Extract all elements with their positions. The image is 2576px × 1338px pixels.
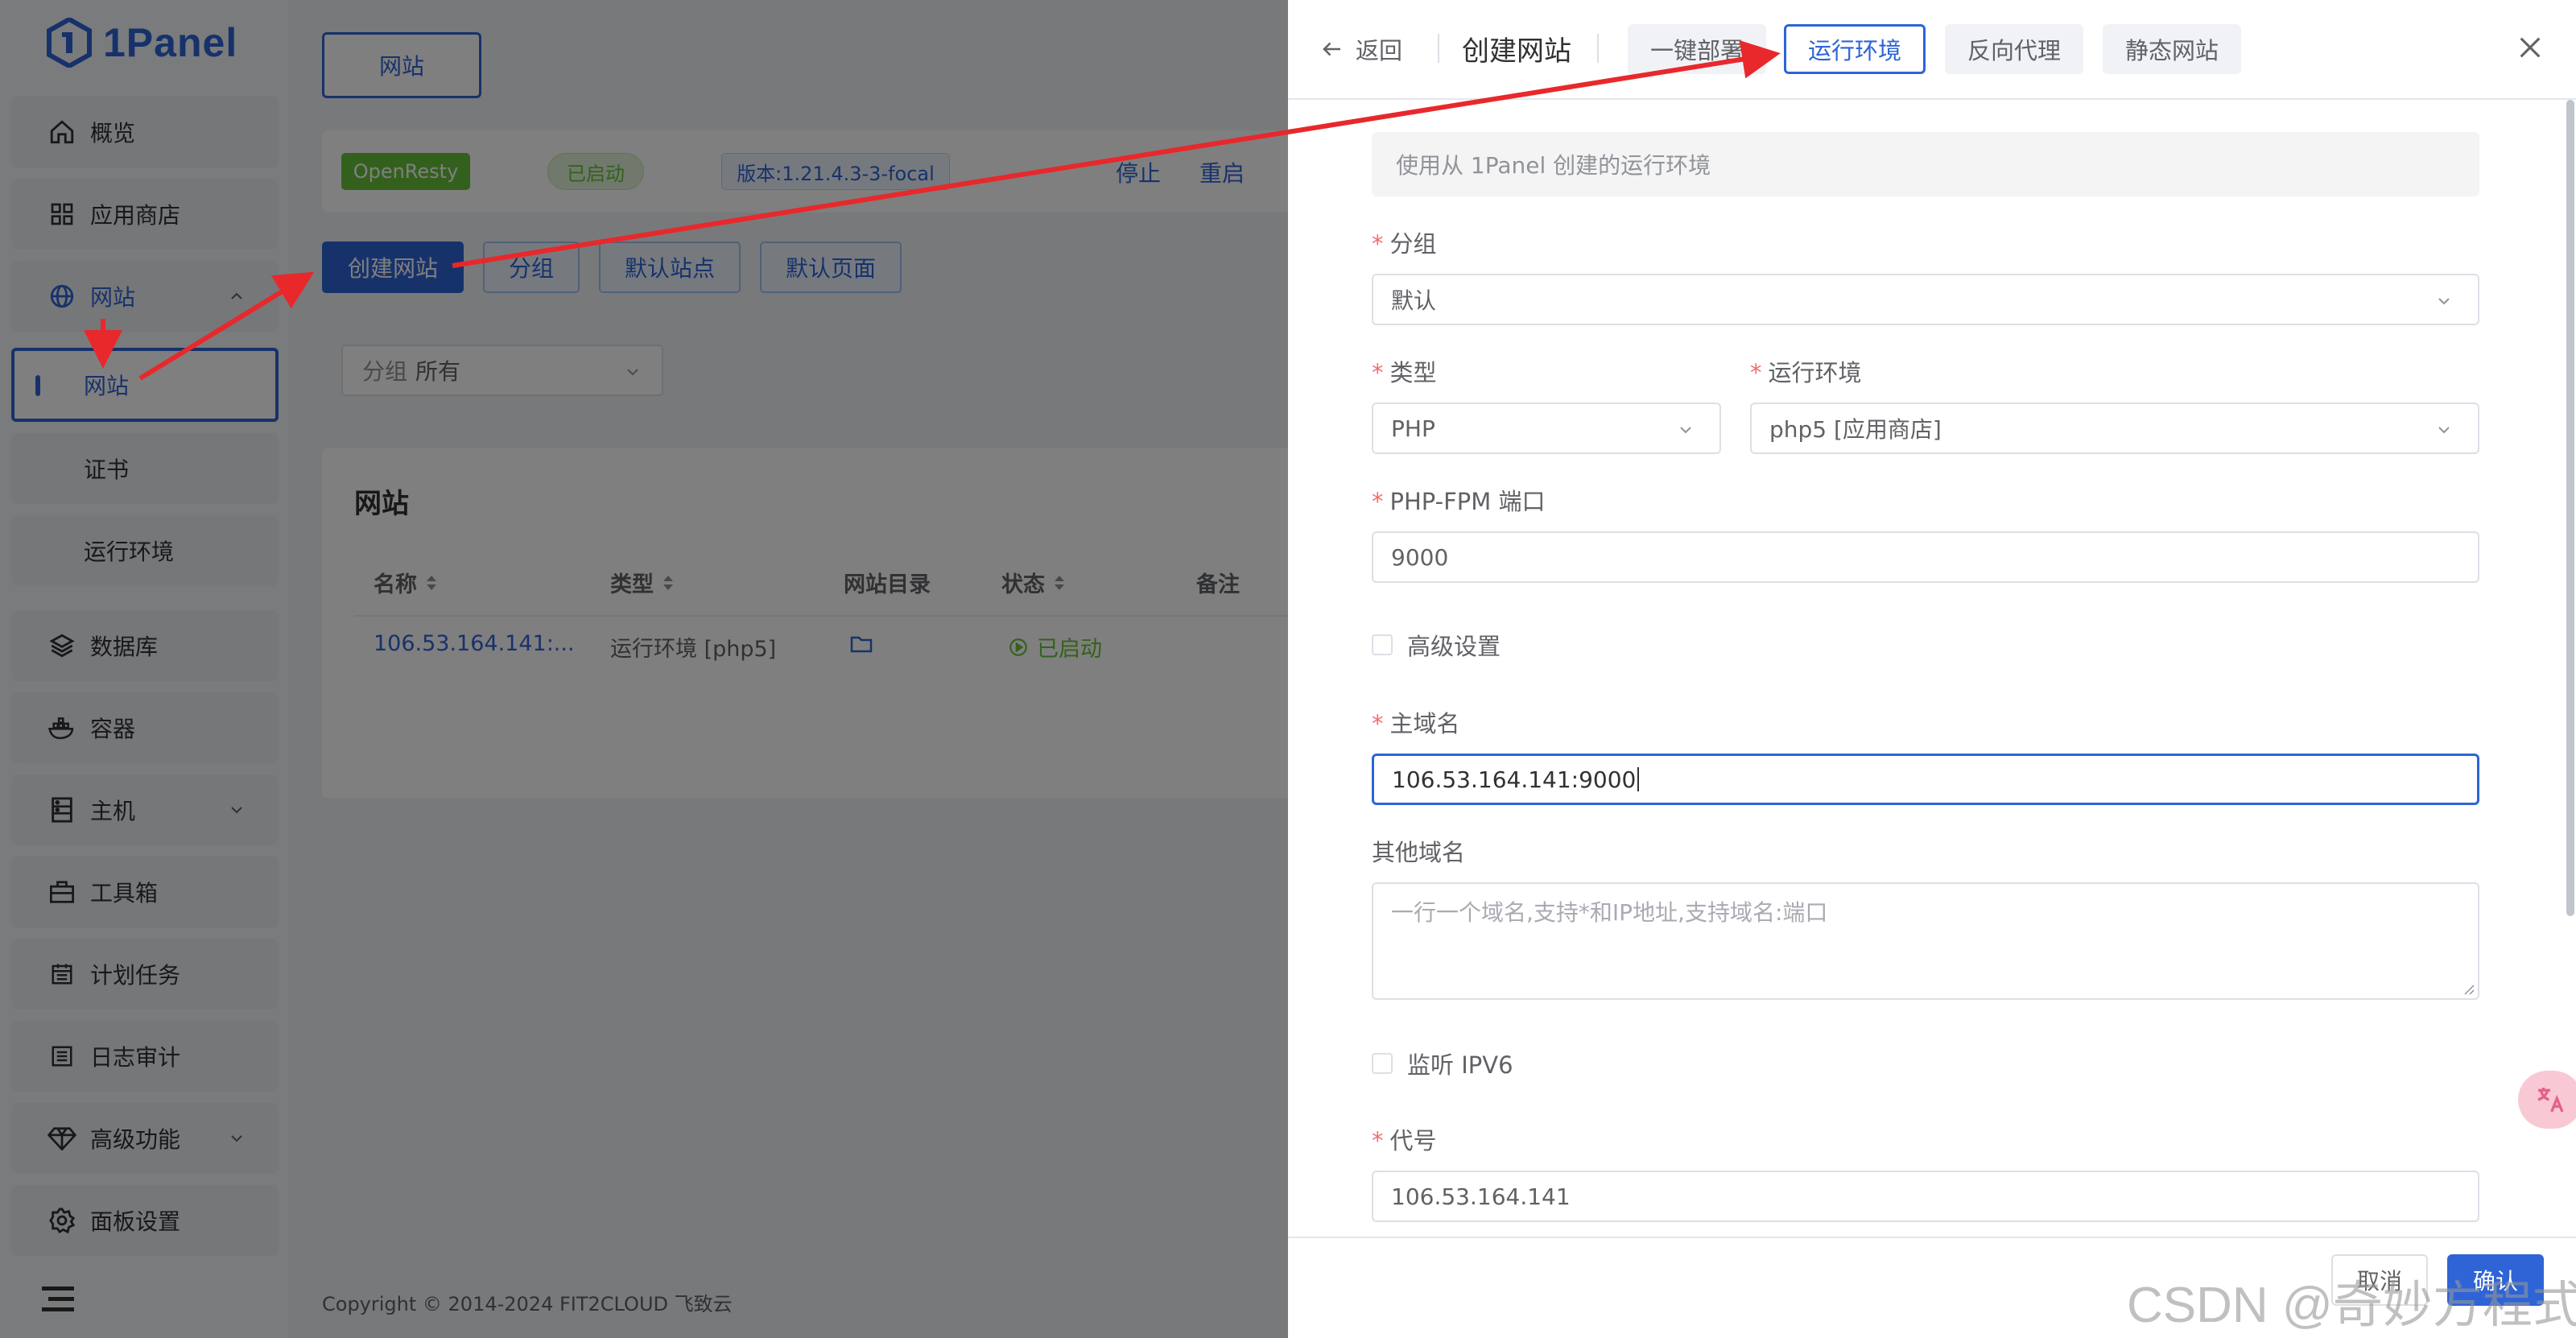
tab-runtime[interactable]: 运行环境 [1784, 24, 1926, 74]
text-cursor [1637, 767, 1640, 791]
modal-overlay[interactable] [0, 0, 1288, 1338]
listen-ipv6-checkbox[interactable]: 监听 IPV6 [1372, 1047, 1513, 1080]
tab-one-click-deploy[interactable]: 一键部署 [1628, 24, 1766, 74]
checkbox-label: 高级设置 [1407, 633, 1501, 660]
main-domain-value: 106.53.164.141:9000 [1392, 766, 1637, 793]
alias-input[interactable]: 106.53.164.141 [1372, 1171, 2479, 1222]
php-fpm-port-label: * PHP-FPM 端口 [1372, 488, 1546, 515]
drawer-scrollbar[interactable] [2565, 100, 2576, 916]
translate-icon [2537, 1088, 2564, 1113]
checkbox-box [1372, 634, 1393, 655]
alias-label: * 代号 [1372, 1127, 1437, 1154]
back-button[interactable]: 返回 [1320, 32, 1402, 66]
chevron-down-icon [2438, 298, 2450, 305]
header-divider [1597, 34, 1599, 63]
tab-static-site[interactable]: 静态网站 [2103, 24, 2241, 74]
resize-handle-icon[interactable] [2460, 981, 2475, 995]
watermark: CSDN @奇妙方程式 [2127, 1278, 2576, 1333]
main-domain-label: * 主域名 [1372, 710, 1460, 737]
other-domain-label: 其他域名 [1372, 839, 1466, 866]
group-label: * 分组 [1372, 230, 1437, 258]
drawer-header: 返回 创建网站 一键部署 运行环境 反向代理 静态网站 [1288, 0, 2576, 100]
advanced-settings-checkbox[interactable]: 高级设置 [1372, 628, 1501, 662]
php-fpm-port-value: 9000 [1391, 543, 1449, 571]
runtime-label: * 运行环境 [1750, 359, 1862, 386]
back-label: 返回 [1356, 37, 1403, 64]
php-fpm-port-input[interactable]: 9000 [1372, 531, 2479, 583]
other-domain-textarea[interactable]: 一行一个域名,支持*和IP地址,支持域名:端口 [1372, 882, 2479, 1000]
main-domain-input[interactable]: 106.53.164.141:9000 [1372, 754, 2479, 805]
close-icon[interactable] [2516, 34, 2544, 61]
chevron-down-icon [2438, 427, 2450, 434]
arrow-left-icon [1323, 42, 1340, 56]
runtime-info-box: 使用从 1Panel 创建的运行环境 [1372, 132, 2479, 196]
runtime-select-value: php5 [应用商店] [1769, 416, 1942, 443]
checkbox-box [1372, 1053, 1393, 1074]
alias-value: 106.53.164.141 [1391, 1183, 1571, 1210]
drawer-title: 创建网站 [1462, 35, 1571, 68]
group-select[interactable]: 默认 [1372, 274, 2479, 325]
type-select-value: PHP [1391, 415, 1435, 442]
group-select-value: 默认 [1391, 287, 1437, 314]
app-root: 1Panel 概览 应用商店 网站 网站 证书 运行环境 数据库 [0, 0, 2576, 1338]
type-select[interactable]: PHP [1372, 403, 1721, 454]
header-divider [1438, 34, 1439, 63]
translate-float-button[interactable] [2518, 1071, 2576, 1129]
create-website-drawer: 返回 创建网站 一键部署 运行环境 反向代理 静态网站 使用从 1Panel 创… [1288, 0, 2576, 1338]
runtime-select[interactable]: php5 [应用商店] [1750, 403, 2479, 454]
chevron-down-icon [1680, 427, 1691, 434]
type-label: * 类型 [1372, 359, 1437, 386]
other-domain-placeholder: 一行一个域名,支持*和IP地址,支持域名:端口 [1391, 899, 1828, 926]
checkbox-label: 监听 IPV6 [1407, 1051, 1513, 1079]
tab-reverse-proxy[interactable]: 反向代理 [1945, 24, 2083, 74]
